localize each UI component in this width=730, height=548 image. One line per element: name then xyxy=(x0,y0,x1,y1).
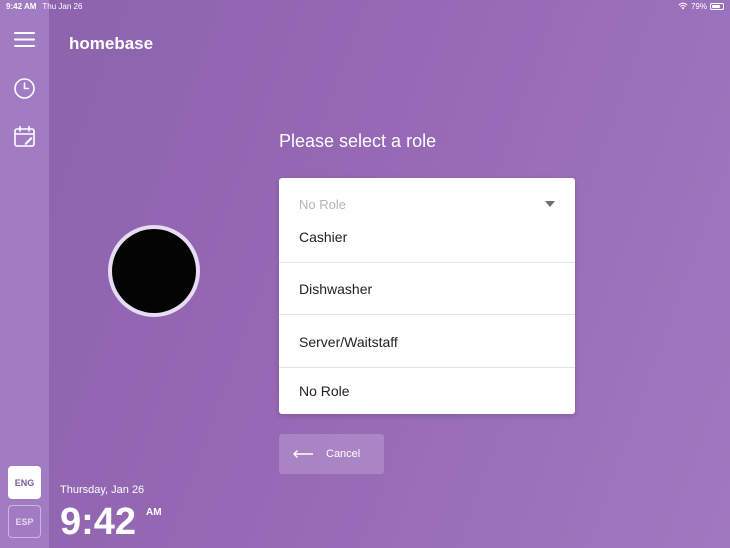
role-option-no-role[interactable]: No Role xyxy=(279,368,575,414)
hamburger-menu-icon[interactable] xyxy=(12,27,37,52)
battery-icon xyxy=(710,2,724,10)
avatar-photo xyxy=(112,229,196,313)
language-esp-button[interactable]: ESP xyxy=(8,505,41,538)
clock-icon[interactable] xyxy=(12,76,37,101)
footer-ampm: AM xyxy=(146,507,162,518)
cancel-button[interactable]: Cancel xyxy=(279,434,384,474)
chevron-down-icon[interactable] xyxy=(545,201,555,207)
brand-logo: homebase xyxy=(69,34,154,53)
role-option-cashier[interactable]: Cashier xyxy=(279,211,575,263)
role-prompt-title: Please select a role xyxy=(279,131,437,151)
role-dropdown-selected-value: No Role xyxy=(299,196,346,212)
status-right: 79% xyxy=(678,0,724,12)
role-option-dishwasher[interactable]: Dishwasher xyxy=(279,263,575,315)
footer-date: Thursday, Jan 26 xyxy=(60,484,145,496)
footer-time: 9:42 xyxy=(60,501,137,543)
status-date: Thu Jan 26 xyxy=(42,1,83,11)
sidebar: ENG ESP xyxy=(0,0,49,548)
cancel-button-label: Cancel xyxy=(326,448,361,460)
role-dropdown[interactable]: No Role Cashier Dishwasher Server/Waitst… xyxy=(279,178,575,414)
battery-percent: 79% xyxy=(690,1,707,11)
arrow-left-icon xyxy=(293,450,313,458)
battery-fill xyxy=(712,4,720,8)
avatar xyxy=(108,225,200,317)
role-option-server-waitstaff[interactable]: Server/Waitstaff xyxy=(279,316,575,368)
calendar-icon[interactable] xyxy=(12,124,37,149)
status-time: 9:42 AM xyxy=(6,1,37,11)
status-bar: 9:42 AM Thu Jan 26 79% xyxy=(0,0,730,12)
language-eng-button[interactable]: ENG xyxy=(8,466,41,499)
wifi-icon xyxy=(678,2,688,10)
